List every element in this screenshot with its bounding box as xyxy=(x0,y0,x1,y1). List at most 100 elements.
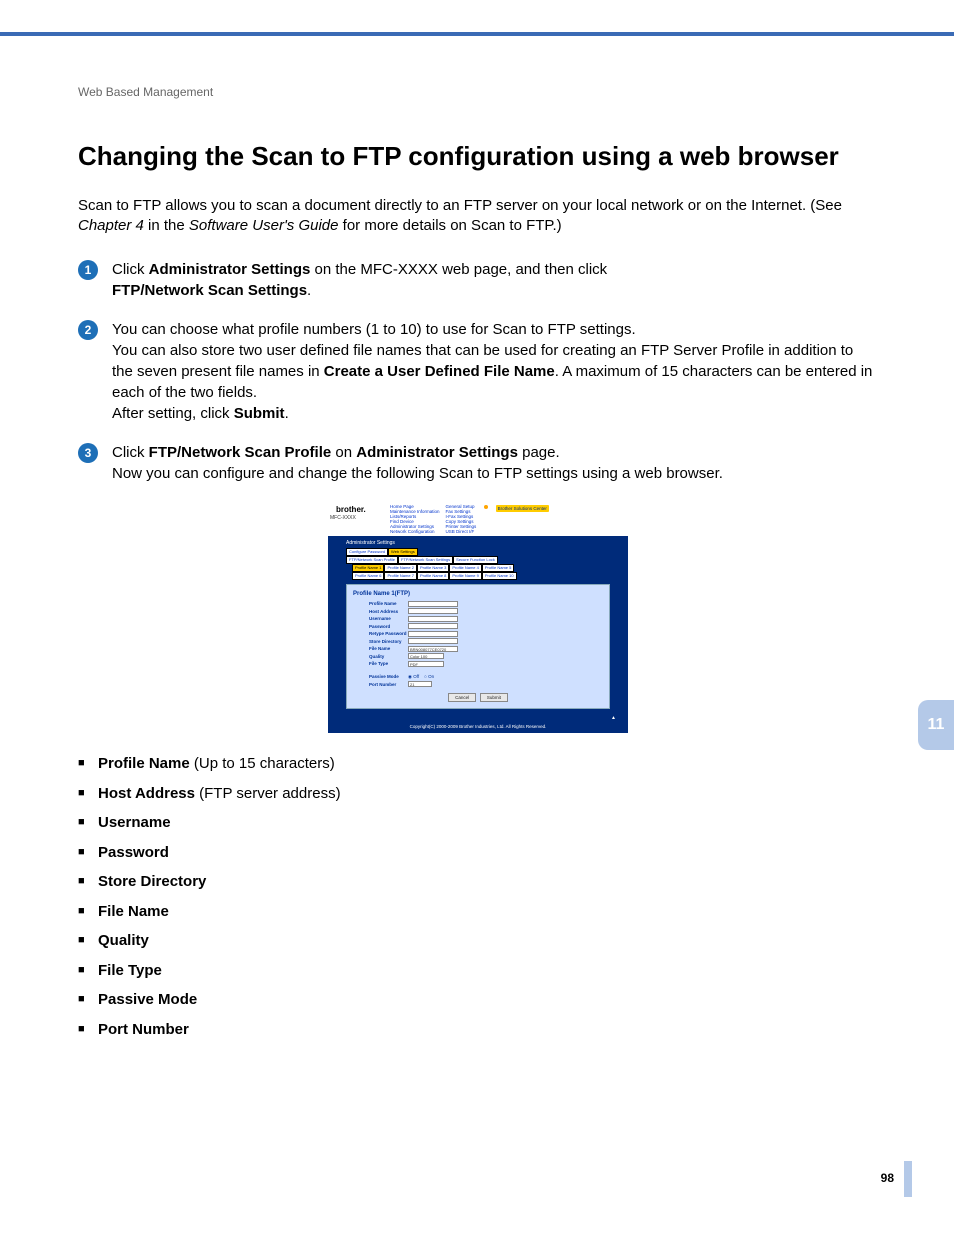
input-retype-password[interactable] xyxy=(408,631,458,637)
tab[interactable]: Web Settings xyxy=(388,548,418,556)
select-file-name[interactable]: BRN008077CE0720 xyxy=(408,646,458,652)
top-divider xyxy=(0,32,954,36)
label-file-type: File Type xyxy=(353,661,408,666)
text: . xyxy=(285,405,289,422)
embedded-screenshot: brother. MFC-XXXX Home Page Maintenance … xyxy=(328,502,628,734)
tab[interactable]: FTP/Network Scan Settings xyxy=(398,556,453,564)
chapter-tab: 11 xyxy=(918,700,954,750)
input-username[interactable] xyxy=(408,616,458,622)
input-host-address[interactable] xyxy=(408,608,458,614)
tab[interactable]: Secure Function Lock xyxy=(453,556,498,564)
intro-text: Scan to FTP allows you to scan a documen… xyxy=(78,197,842,214)
text: (Up to 15 characters) xyxy=(190,755,335,772)
tab[interactable]: Profile Name 4 xyxy=(449,564,481,572)
input-password[interactable] xyxy=(408,623,458,629)
text: on the MFC-XXXX web page, and then click xyxy=(310,261,607,278)
text: Now you can configure and change the fol… xyxy=(112,465,723,482)
tab[interactable]: Profile Name 2 xyxy=(384,564,416,572)
bold: File Type xyxy=(98,962,162,979)
list-item: Password xyxy=(78,842,878,865)
text: Click xyxy=(112,444,149,461)
bold: Host Address xyxy=(98,785,195,802)
tab[interactable]: Profile Name 10 xyxy=(482,572,517,580)
tab[interactable]: Profile Name 1 xyxy=(352,564,384,572)
label-store-directory: Store Directory xyxy=(353,639,408,644)
bold: Username xyxy=(98,814,171,831)
label-passive-mode: Passive Mode xyxy=(353,674,408,679)
settings-list: Profile Name (Up to 15 characters) Host … xyxy=(78,753,878,1041)
model-label: MFC-XXXX xyxy=(330,515,390,521)
bold: Password xyxy=(98,844,169,861)
intro-italic: Software User's Guide xyxy=(189,217,339,234)
intro-paragraph: Scan to FTP allows you to scan a documen… xyxy=(78,196,878,237)
ss-header: brother. MFC-XXXX Home Page Maintenance … xyxy=(328,502,628,536)
list-item: Profile Name (Up to 15 characters) xyxy=(78,753,878,776)
label-host-address: Host Address xyxy=(353,609,408,614)
ss-nav: Home Page Maintenance Information Lists/… xyxy=(390,504,626,534)
list-item: File Name xyxy=(78,901,878,924)
page-marker xyxy=(904,1161,912,1197)
list-item: Host Address (FTP server address) xyxy=(78,783,878,806)
bold: FTP/Network Scan Settings xyxy=(112,282,307,299)
admin-settings-label: Administrator Settings xyxy=(328,536,628,548)
text: on xyxy=(331,444,356,461)
nav-link[interactable]: USB Direct I/F xyxy=(446,529,477,534)
ss-brand-block: brother. MFC-XXXX xyxy=(330,504,390,534)
select-quality[interactable]: Color 100 xyxy=(408,653,444,659)
tab[interactable]: Profile Name 3 xyxy=(417,564,449,572)
intro-italic: Chapter 4 xyxy=(78,217,144,234)
intro-text: in the xyxy=(144,217,189,234)
cancel-button[interactable]: Cancel xyxy=(448,693,476,702)
text: (FTP server address) xyxy=(195,785,341,802)
step-number-icon: 2 xyxy=(78,320,98,340)
list-item: Store Directory xyxy=(78,871,878,894)
bold: Quality xyxy=(98,932,149,949)
tab[interactable]: Profile Name 9 xyxy=(449,572,481,580)
step-number-icon: 1 xyxy=(78,260,98,280)
input-port-number[interactable]: 21 xyxy=(408,681,432,687)
bold: Profile Name xyxy=(98,755,190,772)
submit-button[interactable]: Submit xyxy=(480,693,508,702)
solutions-link[interactable]: Brother Solutions Center xyxy=(496,505,549,512)
tab[interactable]: Configure Password xyxy=(346,548,388,556)
tabs-row-1: Configure Password Web Settings xyxy=(346,548,628,556)
solutions-center[interactable]: Brother Solutions Center xyxy=(482,504,549,534)
text: You can choose what profile numbers (1 t… xyxy=(112,321,636,338)
brand-logo: brother. xyxy=(330,504,390,515)
tab[interactable]: Profile Name 8 xyxy=(417,572,449,580)
label-port-number: Port Number xyxy=(353,682,408,687)
tab[interactable]: FTP/Network Scan Profile xyxy=(346,556,398,564)
input-store-directory[interactable] xyxy=(408,638,458,644)
step-3: 3 Click FTP/Network Scan Profile on Admi… xyxy=(78,442,878,484)
page-content: Web Based Management Changing the Scan t… xyxy=(78,85,878,1048)
nav-link[interactable]: Network Configuration xyxy=(390,529,440,534)
page-title: Changing the Scan to FTP configuration u… xyxy=(78,141,878,172)
bold: Port Number xyxy=(98,1021,189,1038)
bold: FTP/Network Scan Profile xyxy=(149,444,332,461)
text: page. xyxy=(518,444,560,461)
select-file-type[interactable]: PDF xyxy=(408,661,444,667)
globe-icon xyxy=(484,505,488,509)
list-item: Port Number xyxy=(78,1019,878,1042)
radio-off-label: Off xyxy=(413,674,419,679)
breadcrumb: Web Based Management xyxy=(78,85,878,99)
intro-text: for more details on Scan to FTP.) xyxy=(339,217,562,234)
form-body: Profile Name 1(FTP) Profile Name Host Ad… xyxy=(346,584,610,710)
tab[interactable]: Profile Name 5 xyxy=(482,564,514,572)
nav-col-1: Home Page Maintenance Information Lists/… xyxy=(390,504,440,534)
bold: Create a User Defined File Name xyxy=(324,363,555,380)
page-number: 98 xyxy=(881,1171,894,1185)
label-file-name: File Name xyxy=(353,646,408,651)
form-title: Profile Name 1(FTP) xyxy=(353,591,603,597)
list-item: Passive Mode xyxy=(78,989,878,1012)
tabs-row-3: Profile Name 1 Profile Name 2 Profile Na… xyxy=(352,564,628,572)
bold: Submit xyxy=(234,405,285,422)
radio-on-label: On xyxy=(428,674,434,679)
tab[interactable]: Profile Name 7 xyxy=(384,572,416,580)
tab[interactable]: Profile Name 6 xyxy=(352,572,384,580)
step-2-text: You can choose what profile numbers (1 t… xyxy=(112,319,878,424)
text: . xyxy=(307,282,311,299)
input-profile-name[interactable] xyxy=(408,601,458,607)
bold: Administrator Settings xyxy=(356,444,518,461)
label-quality: Quality xyxy=(353,654,408,659)
